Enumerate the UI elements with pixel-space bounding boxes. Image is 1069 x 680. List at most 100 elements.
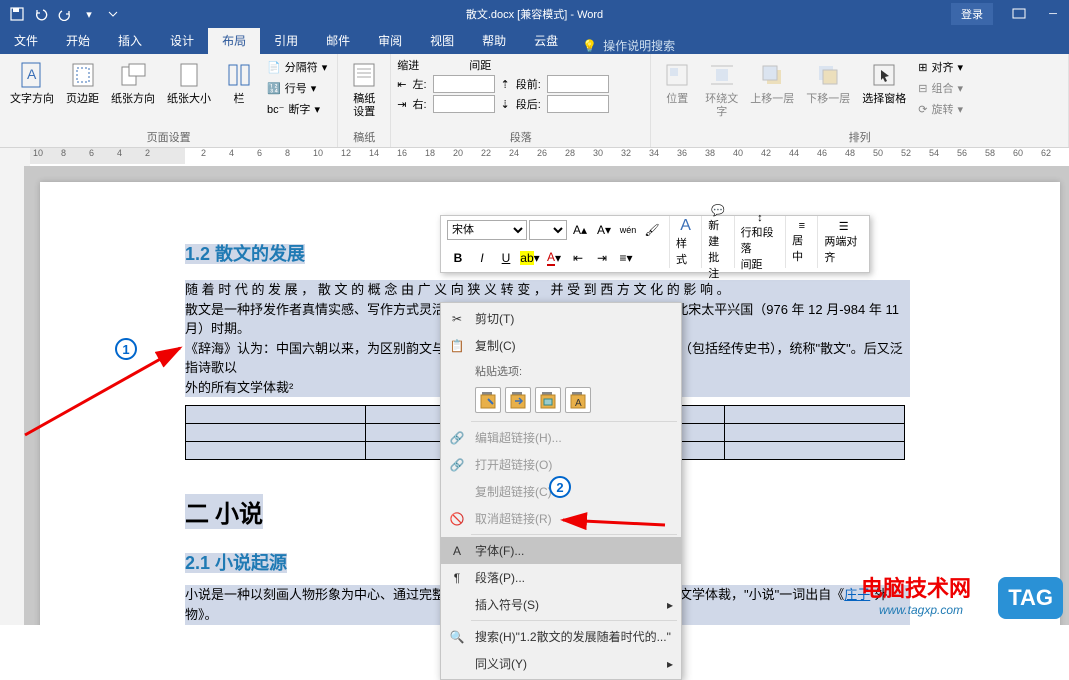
align-icon: ⊞ [918, 61, 927, 74]
menu-copy[interactable]: 📋复制(C) [441, 332, 681, 359]
qat-more-icon[interactable]: ▾ [78, 3, 100, 25]
spacing-after-input[interactable] [547, 95, 609, 113]
minimize-icon[interactable]: ─ [1037, 0, 1069, 28]
increase-indent-icon[interactable]: ⇥ [591, 247, 613, 269]
redo-icon[interactable] [54, 3, 76, 25]
undo-icon[interactable] [30, 3, 52, 25]
group-manuscript: 稿纸 设置 稿纸 [338, 54, 391, 147]
tell-me-search[interactable]: 💡 操作说明搜索 [572, 37, 685, 54]
menu-cut[interactable]: ✂剪切(T) [441, 305, 681, 332]
comment-icon: 💬 [711, 204, 725, 217]
underline-icon[interactable]: U [495, 247, 517, 269]
manuscript-label: 稿纸 [344, 127, 384, 147]
horizontal-ruler[interactable]: 1086422468101214161820222426283032343638… [0, 148, 1069, 166]
phonetic-icon[interactable]: wén [617, 219, 639, 241]
ribbon-tabs: 文件 开始 插入 设计 布局 引用 邮件 审阅 视图 帮助 云盘 💡 操作说明搜… [0, 28, 1069, 54]
tab-layout[interactable]: 布局 [208, 27, 260, 54]
qat-customize-icon[interactable] [102, 3, 124, 25]
tab-help[interactable]: 帮助 [468, 27, 520, 54]
link-zhuangzi[interactable]: 庄子 [844, 587, 870, 602]
group-arrange: 位置 环绕文 字 上移一层 下移一层 选择窗格 ⊞对齐 ▾ ⊟组合 ▾ ⟳旋转 … [651, 54, 1069, 147]
cut-icon: ✂ [449, 311, 465, 327]
size-icon [173, 59, 205, 91]
backward-icon [812, 59, 844, 91]
mini-justify-button[interactable]: ☰两端对齐 [817, 216, 869, 268]
page-setup-label: 页面设置 [6, 127, 331, 147]
heading-2: 二 小说 [185, 494, 263, 529]
forward-icon [756, 59, 788, 91]
wrap-text-button: 环绕文 字 [701, 57, 742, 121]
save-icon[interactable] [6, 3, 28, 25]
tab-review[interactable]: 审阅 [364, 27, 416, 54]
mini-center-button[interactable]: ≡居中 [785, 216, 817, 268]
align-button[interactable]: ⊞对齐 ▾ [914, 57, 967, 77]
window-controls: 登录 ─ [951, 0, 1069, 28]
spacing-before-input[interactable] [547, 75, 609, 93]
heading-2-1: 2.1 小说起源 [185, 553, 287, 573]
shrink-font-icon[interactable]: A▾ [593, 219, 615, 241]
format-painter-icon[interactable]: 🖌 [641, 219, 663, 241]
spacing-label: 间距 [469, 57, 491, 73]
mini-line-spacing-button[interactable]: ↕行和段落 间距 [734, 216, 786, 268]
decrease-indent-icon[interactable]: ⇤ [567, 247, 589, 269]
wrap-icon [706, 59, 738, 91]
bullets-icon[interactable]: ≡▾ [615, 247, 637, 269]
position-icon [661, 59, 693, 91]
selection-pane-button[interactable]: 选择窗格 [858, 57, 910, 108]
tab-home[interactable]: 开始 [52, 27, 104, 54]
margins-button[interactable]: 页边距 [62, 57, 103, 108]
menu-open-hyperlink: 🔗打开超链接(O) [441, 451, 681, 478]
breaks-icon: 📄 [267, 61, 281, 74]
text-direction-button[interactable]: A 文字方向 [6, 57, 58, 108]
paste-picture[interactable] [535, 387, 561, 413]
font-dialog-icon: A [449, 543, 465, 559]
size-button[interactable]: 纸张大小 [163, 57, 215, 108]
tag-badge: TAG [998, 577, 1063, 619]
bold-icon[interactable]: B [447, 247, 469, 269]
breaks-button[interactable]: 📄分隔符 ▾ [263, 57, 331, 77]
columns-icon [223, 59, 255, 91]
red-arrow-2 [555, 482, 675, 532]
indent-left-input[interactable] [433, 75, 495, 93]
manuscript-icon [348, 59, 380, 91]
font-color-icon[interactable]: A▾ [543, 247, 565, 269]
tab-mailings[interactable]: 邮件 [312, 27, 364, 54]
orientation-button[interactable]: 纸张方向 [107, 57, 159, 108]
group-objects-button: ⊟组合 ▾ [914, 78, 967, 98]
menu-paragraph[interactable]: ¶段落(P)... [441, 564, 681, 591]
tab-references[interactable]: 引用 [260, 27, 312, 54]
login-button[interactable]: 登录 [951, 3, 993, 25]
paste-merge-formatting[interactable] [505, 387, 531, 413]
menu-synonyms[interactable]: 同义词(Y)▸ [441, 650, 681, 677]
manuscript-button[interactable]: 稿纸 设置 [344, 57, 384, 121]
hyperlink-remove-icon: 🚫 [449, 511, 465, 527]
ribbon: A 文字方向 页边距 纸张方向 纸张大小 栏 📄分隔符 ▾ 🔢行号 ▾ [0, 54, 1069, 148]
columns-button[interactable]: 栏 [219, 57, 259, 108]
italic-icon[interactable]: I [471, 247, 493, 269]
menu-search[interactable]: 🔍搜索(H)"1.2散文的发展随着时代的..." [441, 623, 681, 650]
tab-view[interactable]: 视图 [416, 27, 468, 54]
tab-insert[interactable]: 插入 [104, 27, 156, 54]
tab-file[interactable]: 文件 [0, 27, 52, 54]
ribbon-display-icon[interactable] [1003, 0, 1035, 28]
paste-keep-formatting[interactable] [475, 387, 501, 413]
grow-font-icon[interactable]: A▴ [569, 219, 591, 241]
highlight-icon[interactable]: ab▾ [519, 247, 541, 269]
window-title: 散文.docx [兼容模式] - Word [466, 6, 603, 22]
tab-cloud[interactable]: 云盘 [520, 27, 572, 54]
text-direction-icon: A [16, 59, 48, 91]
paste-text-only[interactable]: A [565, 387, 591, 413]
indent-right-input[interactable] [433, 95, 495, 113]
paragraph-label: 段落 [397, 127, 644, 147]
tab-design[interactable]: 设计 [156, 27, 208, 54]
mini-new-comment-button[interactable]: 💬新建 批注 [701, 216, 733, 268]
menu-insert-symbol[interactable]: 插入符号(S)▸ [441, 591, 681, 618]
menu-font[interactable]: A字体(F)... [441, 537, 681, 564]
mini-font-family[interactable]: 宋体 [447, 220, 527, 240]
line-numbers-icon: 🔢 [267, 82, 281, 95]
position-button: 位置 [657, 57, 697, 108]
hyphenation-button[interactable]: bc⁻断字 ▾ [263, 99, 331, 119]
mini-styles-button[interactable]: A样式 [669, 216, 701, 268]
mini-font-size[interactable] [529, 220, 567, 240]
line-numbers-button[interactable]: 🔢行号 ▾ [263, 78, 331, 98]
